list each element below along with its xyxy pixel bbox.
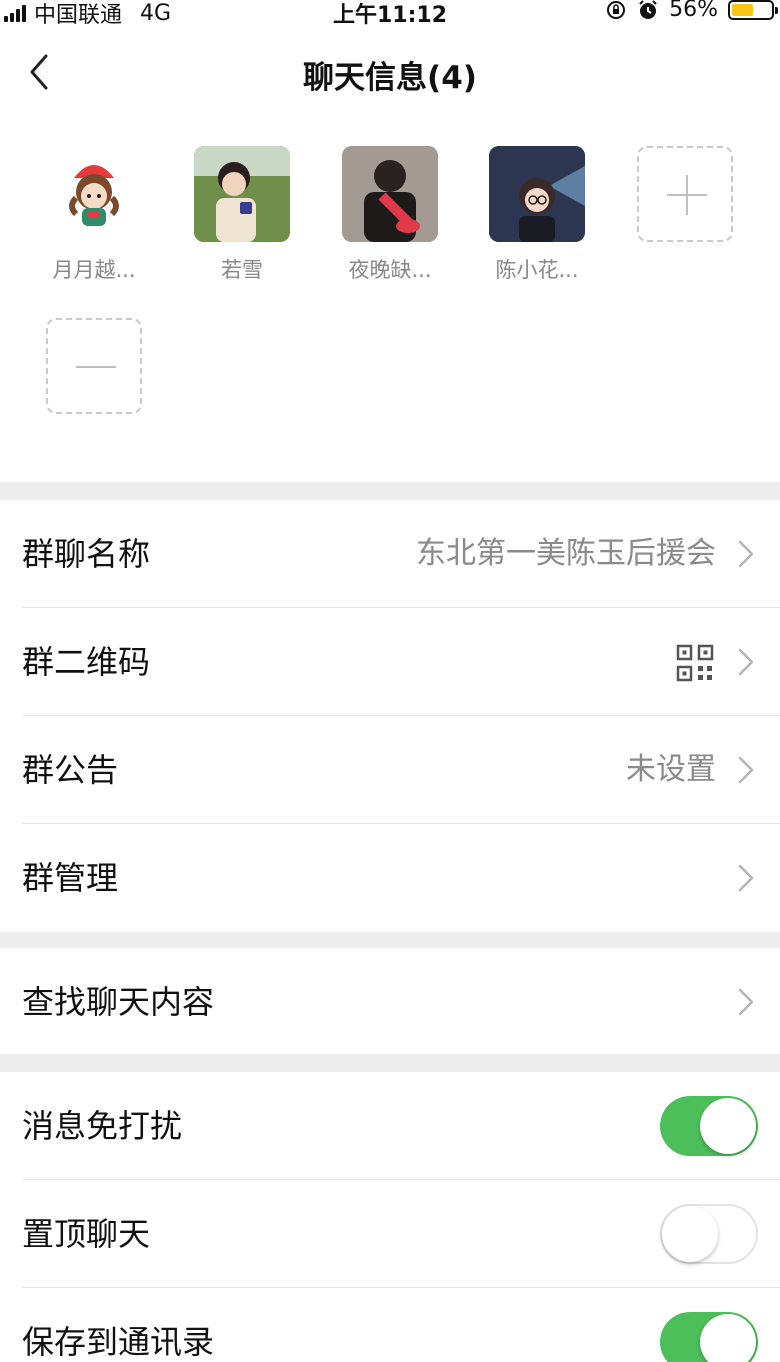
add-member-button[interactable] <box>625 146 745 242</box>
group-name-label: 群聊名称 <box>22 535 151 573</box>
qr-code-icon <box>676 644 714 682</box>
announcement-label: 群公告 <box>22 751 119 789</box>
avatar <box>194 146 290 242</box>
group-qr-label: 群二维码 <box>22 643 151 681</box>
save-contacts-row: 保存到通讯录 <box>0 1288 780 1362</box>
member-name: 月月越... <box>52 258 136 282</box>
pin-chat-row: 置顶聊天 <box>0 1180 780 1288</box>
group-qr-row[interactable]: 群二维码 <box>0 608 780 716</box>
member-item[interactable]: 月月越... <box>34 146 154 284</box>
section-separator <box>0 1054 780 1072</box>
chevron-right-icon <box>738 988 754 1016</box>
orientation-lock-icon <box>607 0 626 19</box>
avatar <box>489 146 585 242</box>
status-right: 56% <box>605 0 778 22</box>
alarm-icon <box>639 0 657 19</box>
status-bar: 中国联通 4G 上午11:12 56% <box>0 0 780 28</box>
group-manage-label: 群管理 <box>22 859 119 897</box>
group-manage-row[interactable]: 群管理 <box>0 824 780 932</box>
mute-row: 消息免打扰 <box>0 1072 780 1180</box>
page-title: 聊天信息(4) <box>303 60 477 96</box>
save-contacts-label: 保存到通讯录 <box>22 1323 215 1361</box>
section-separator <box>0 932 780 948</box>
battery-fill <box>732 3 754 16</box>
announcement-value: 未设置 <box>626 752 716 787</box>
member-grid: 月月越... 若雪 夜晚缺... 陈小花... <box>0 146 780 476</box>
announcement-row[interactable]: 群公告 未设置 <box>0 716 780 824</box>
group-name-value: 东北第一美陈玉后援会 <box>416 536 716 571</box>
mute-label: 消息免打扰 <box>22 1107 183 1145</box>
chevron-right-icon <box>738 540 754 568</box>
member-item[interactable]: 陈小花... <box>477 146 597 284</box>
avatar <box>342 146 438 242</box>
save-contacts-toggle[interactable] <box>660 1312 758 1362</box>
nav-bar: 聊天信息(4) <box>0 40 780 104</box>
minus-icon <box>46 318 142 414</box>
member-name: 夜晚缺... <box>348 258 432 282</box>
member-item[interactable]: 夜晚缺... <box>330 146 450 284</box>
chevron-right-icon <box>738 648 754 676</box>
chevron-right-icon <box>738 864 754 892</box>
pin-chat-label: 置顶聊天 <box>22 1215 151 1253</box>
avatar <box>46 146 142 242</box>
battery-icon <box>728 0 778 20</box>
member-name: 陈小花... <box>495 258 579 282</box>
chevron-right-icon <box>738 756 754 784</box>
pin-chat-toggle[interactable] <box>660 1204 758 1264</box>
group-name-row[interactable]: 群聊名称 东北第一美陈玉后援会 <box>0 500 780 608</box>
plus-icon <box>637 146 733 242</box>
battery-percent: 56% <box>669 0 718 22</box>
member-item[interactable]: 若雪 <box>182 146 302 284</box>
member-name: 若雪 <box>221 258 263 282</box>
search-history-label: 查找聊天内容 <box>22 983 215 1021</box>
remove-member-button[interactable] <box>34 318 154 414</box>
mute-toggle[interactable] <box>660 1096 758 1156</box>
section-separator <box>0 482 780 500</box>
search-history-row[interactable]: 查找聊天内容 <box>0 948 780 1056</box>
